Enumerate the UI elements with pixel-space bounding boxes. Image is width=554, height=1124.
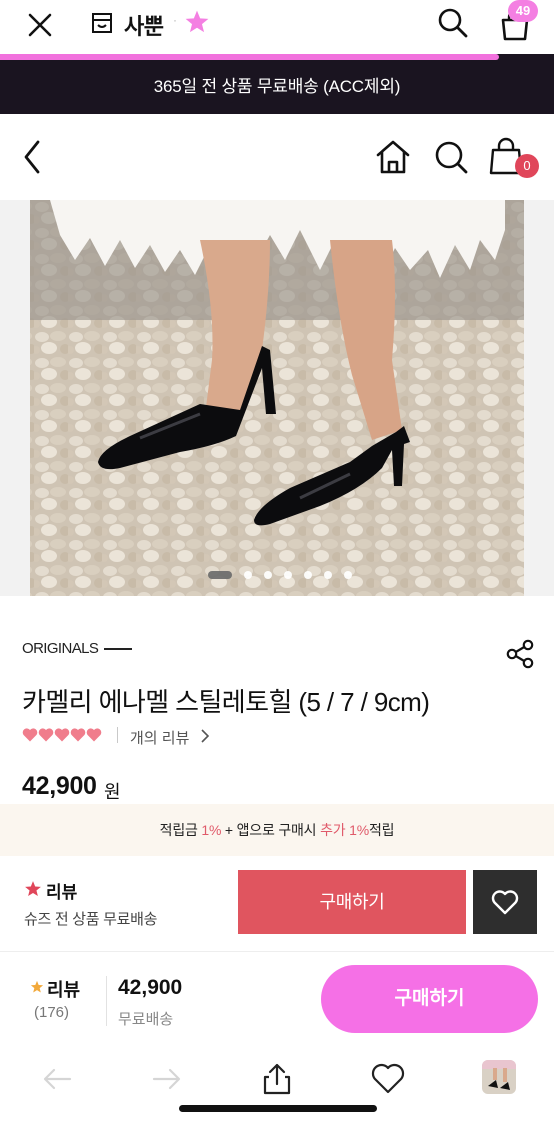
chevron-right-icon[interactable]	[200, 729, 210, 743]
gallery-dot[interactable]	[304, 571, 312, 579]
brand-divider	[104, 648, 132, 650]
heart-icon	[38, 727, 54, 743]
home-icon[interactable]	[374, 138, 412, 176]
recent-item-thumbnail[interactable]	[482, 1060, 516, 1094]
product-photo	[0, 200, 554, 596]
heart-icon	[70, 727, 86, 743]
thumbnail-image	[482, 1060, 516, 1094]
free-shipping-banner[interactable]: 365일 전 상품 무료배송 (ACC제외)	[0, 60, 554, 114]
review-count: (176)	[34, 1004, 70, 1021]
star-icon[interactable]	[184, 9, 210, 35]
star-icon	[30, 980, 44, 993]
separator-dot: ·	[173, 13, 177, 27]
gallery-dot[interactable]	[344, 571, 352, 579]
wishlist-button[interactable]	[473, 870, 537, 934]
forward-arrow-icon[interactable]	[150, 1062, 184, 1096]
rating-hearts	[22, 727, 102, 745]
points-text-1: 적립금	[159, 822, 202, 838]
product-image-gallery[interactable]	[0, 200, 554, 596]
divider	[106, 976, 107, 1026]
bar-price: 42,900	[118, 976, 183, 999]
back-arrow-icon[interactable]	[40, 1062, 74, 1096]
review-label[interactable]: 리뷰	[47, 976, 80, 1002]
points-text-3: 적립	[368, 822, 395, 838]
gallery-dot[interactable]	[284, 571, 292, 579]
share-upload-icon[interactable]	[260, 1062, 294, 1096]
star-icon	[25, 881, 41, 897]
store-icon[interactable]	[90, 11, 114, 35]
home-indicator	[179, 1105, 377, 1112]
share-icon[interactable]	[504, 638, 536, 670]
product-title: 카멜리 에나멜 스틸레토힐 (5 / 7 / 9cm)	[22, 687, 430, 717]
gallery-dot[interactable]	[264, 571, 272, 579]
review-link[interactable]: 개의 리뷰	[130, 727, 189, 748]
heart-icon[interactable]	[371, 1062, 405, 1096]
buy-button[interactable]: 구매하기	[238, 870, 466, 934]
close-icon[interactable]	[24, 9, 56, 41]
shipping-note: 슈즈 전 상품 무료배송	[24, 911, 158, 928]
rating-separator	[117, 727, 118, 743]
heart-icon	[54, 727, 70, 743]
browser-toolbar	[0, 1044, 554, 1124]
heart-icon	[86, 727, 102, 743]
purchase-bar: 리뷰 슈즈 전 상품 무료배송 구매하기	[0, 856, 554, 952]
review-label[interactable]: 리뷰	[46, 878, 77, 903]
search-icon[interactable]	[436, 6, 470, 40]
gallery-dot[interactable]	[324, 571, 332, 579]
search-icon[interactable]	[432, 138, 470, 176]
app-buy-button[interactable]: 구매하기	[321, 965, 538, 1033]
store-name[interactable]: 사뿐	[124, 9, 164, 41]
product-price: 42,900	[22, 772, 97, 800]
cart-count-badge: 0	[515, 154, 539, 178]
shop-navbar: 0	[0, 114, 554, 200]
brand-label[interactable]: ORIGINALS	[22, 640, 99, 657]
back-icon[interactable]	[18, 138, 48, 176]
heart-icon	[491, 890, 519, 915]
points-info: 적립금 1% + 앱으로 구매시 추가 1%적립	[0, 804, 554, 856]
gallery-dot[interactable]	[244, 571, 252, 579]
points-percent: 1%	[201, 822, 222, 838]
app-header: 사뿐 · 49	[0, 0, 554, 50]
price-currency: 원	[104, 782, 121, 802]
heart-icon	[22, 727, 38, 743]
points-text-2: + 앱으로 구매시	[221, 822, 321, 838]
points-extra: 추가 1%	[320, 822, 369, 838]
gallery-dot[interactable]	[208, 571, 232, 579]
cart-count-badge: 49	[508, 0, 538, 22]
bar-shipping: 무료배송	[118, 1011, 174, 1028]
app-purchase-bar: 리뷰 (176) 42,900 무료배송 구매하기	[0, 952, 554, 1044]
gallery-pagination[interactable]	[0, 568, 554, 582]
